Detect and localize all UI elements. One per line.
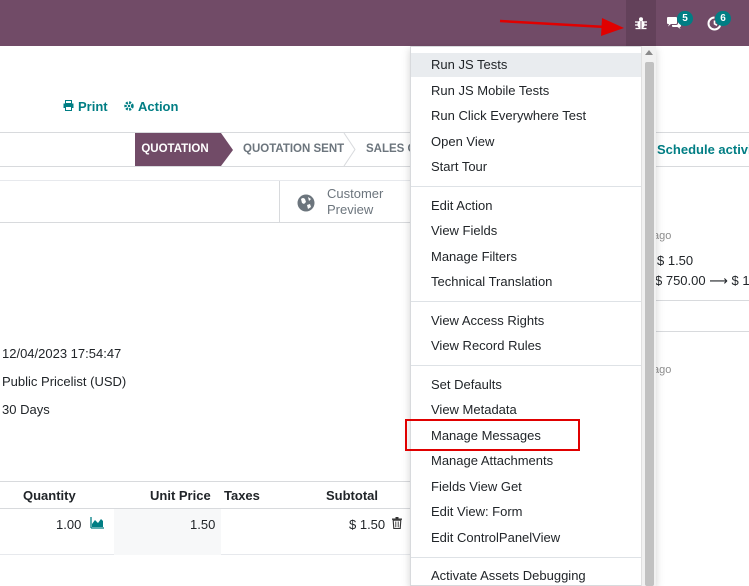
button-box: Customer Preview	[0, 180, 410, 223]
row-subtotal: $ 1.50	[349, 517, 386, 532]
menu-fields-view-get[interactable]: Fields View Get	[411, 475, 641, 499]
print-button[interactable]: Print	[63, 99, 108, 114]
expiration-value[interactable]: 12/04/2023 17:54:47	[2, 346, 121, 361]
gear-icon	[124, 99, 134, 114]
menu-technical-translation[interactable]: Technical Translation	[411, 270, 641, 294]
table-row[interactable]: 1.00 1.50 $ 1.50	[0, 509, 410, 555]
stage-separator	[343, 133, 356, 166]
debug-dropdown-menu: Run JS Tests Run JS Mobile Tests Run Cli…	[410, 46, 656, 586]
activities-badge: 6	[715, 11, 731, 26]
menu-edit-view-form[interactable]: Edit View: Form	[411, 500, 641, 524]
menu-run-click-everywhere[interactable]: Run Click Everywhere Test	[411, 104, 641, 128]
trash-icon[interactable]	[392, 517, 402, 532]
menu-manage-filters[interactable]: Manage Filters	[411, 245, 641, 269]
messages-badge: 5	[677, 11, 693, 26]
area-chart-icon[interactable]	[90, 516, 105, 532]
menu-divider	[411, 301, 641, 302]
action-button[interactable]: Action	[124, 99, 178, 114]
chatter-divider	[653, 331, 749, 332]
menu-set-defaults[interactable]: Set Defaults	[411, 373, 641, 397]
chatter-entry1-value: $ 1.50	[657, 253, 694, 268]
annotation-arrow	[499, 18, 624, 36]
top-navbar: 5 6	[0, 0, 749, 46]
scrollbar-thumb[interactable]	[645, 62, 654, 586]
menu-activate-assets-debugging[interactable]: Activate Assets Debugging	[411, 564, 641, 585]
menu-edit-controlpanelview[interactable]: Edit ControlPanelView	[411, 526, 641, 550]
action-label: Action	[138, 99, 179, 114]
stage-quotation-sent[interactable]: QUOTATION SENT	[243, 133, 344, 166]
stage-sales-order[interactable]: SALES O	[366, 133, 416, 166]
col-subtotal[interactable]: Subtotal	[326, 488, 378, 503]
stage-quotation[interactable]: QUOTATION	[135, 133, 233, 166]
col-taxes[interactable]: Taxes	[224, 488, 260, 503]
bug-icon	[630, 12, 652, 34]
payment-terms-value[interactable]: 30 Days	[2, 402, 50, 417]
dropdown-scrollbar[interactable]	[641, 46, 656, 586]
debug-menu-toggle[interactable]	[626, 0, 656, 46]
row-quantity[interactable]: 1.00	[56, 517, 81, 532]
menu-divider	[411, 186, 641, 187]
customer-preview-button[interactable]: Customer Preview	[279, 181, 410, 223]
globe-icon	[297, 194, 315, 215]
menu-manage-attachments[interactable]: Manage Attachments	[411, 449, 641, 473]
scroll-up-icon[interactable]	[645, 50, 653, 55]
menu-divider	[411, 557, 641, 558]
menu-start-tour[interactable]: Start Tour	[411, 155, 641, 179]
menu-edit-action[interactable]: Edit Action	[411, 194, 641, 218]
row-unit-price[interactable]: 1.50	[190, 517, 215, 532]
customer-preview-label: Customer Preview	[327, 186, 384, 217]
chatter-divider	[653, 300, 749, 301]
order-lines-header: Quantity Unit Price Taxes Subtotal	[0, 481, 410, 509]
menu-view-access-rights[interactable]: View Access Rights	[411, 309, 641, 333]
menu-divider	[411, 365, 641, 366]
arrow-right-icon: ⟶	[709, 273, 728, 288]
printer-icon	[63, 99, 74, 114]
schedule-activity-button[interactable]: Schedule activit	[657, 142, 749, 157]
annotation-highlight-box	[405, 419, 580, 451]
pricelist-value[interactable]: Public Pricelist (USD)	[2, 374, 126, 389]
col-unit-price[interactable]: Unit Price	[150, 488, 211, 503]
menu-run-js-mobile-tests[interactable]: Run JS Mobile Tests	[411, 79, 641, 103]
menu-run-js-tests[interactable]: Run JS Tests	[411, 53, 641, 77]
chatter-entry1-change: $ 750.00 ⟶ $ 1.5	[655, 273, 749, 288]
col-quantity[interactable]: Quantity	[23, 488, 76, 503]
menu-view-record-rules[interactable]: View Record Rules	[411, 334, 641, 358]
menu-view-fields[interactable]: View Fields	[411, 219, 641, 243]
menu-open-view[interactable]: Open View	[411, 130, 641, 154]
unit-price-cell-bg	[114, 509, 221, 555]
print-label: Print	[78, 99, 108, 114]
